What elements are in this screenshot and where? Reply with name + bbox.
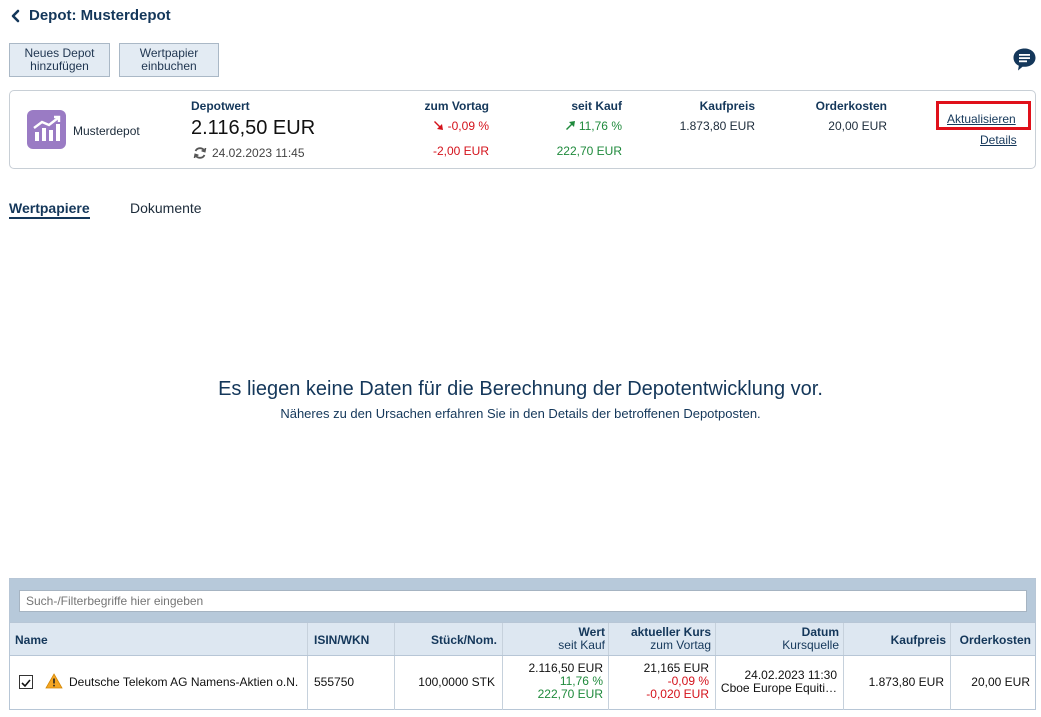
row-wert-pct: 11,76 % [559,674,603,688]
details-link[interactable]: Details [980,133,1017,147]
col-wert-sub: seit Kauf [558,638,605,652]
row-kurs-value: 21,165 EUR [643,661,709,675]
orderkosten-label: Orderkosten [815,99,887,113]
row-kursquelle: Cboe Europe Equiti… [720,681,837,695]
vortag-pct: -0,09 % [390,119,489,133]
arrow-down-icon [434,121,444,130]
refresh-icon [193,147,207,159]
book-security-label-1: Wertpapier [139,46,199,60]
holdings-table: Name ISIN/WKN Stück/Nom. Wert seit Kauf … [9,578,1036,710]
chat-icon[interactable] [1012,47,1037,72]
add-depot-label-1: Neues Depot [24,46,95,60]
checkmark-icon [21,679,31,688]
refresh-timestamp: 24.02.2023 11:45 [193,146,305,160]
depot-summary-card: Musterdepot Depotwert 2.116,50 EUR 24.02… [9,90,1036,169]
col-kaufpreis[interactable]: Kaufpreis [847,634,946,647]
row-orderkosten: 20,00 EUR [971,675,1030,689]
seitkauf-pct-text: 11,76 % [578,119,622,133]
col-orderkosten[interactable]: Orderkosten [954,634,1031,647]
arrow-up-icon [565,121,575,130]
col-wert[interactable]: Wert seit Kauf [506,626,605,652]
col-datum-sub: Kursquelle [782,638,839,652]
depotwert-value: 2.116,50 EUR [191,117,316,139]
col-kurs[interactable]: aktueller Kurs zum Vortag [612,626,711,652]
col-name[interactable]: Name [15,634,48,647]
vortag-label: zum Vortag [424,99,489,113]
row-kurs-abs: -0,020 EUR [646,687,709,701]
kaufpreis-label: Kaufpreis [699,99,755,113]
col-kurs-sub: zum Vortag [650,638,711,652]
seitkauf-pct: 11,76 % [524,119,622,133]
row-isin: 555750 [314,675,355,689]
chevron-left-icon [11,9,20,22]
seitkauf-label: seit Kauf [571,99,622,113]
col-isin[interactable]: ISIN/WKN [314,634,369,647]
tab-wertpapiere[interactable]: Wertpapiere [9,200,90,219]
row-stueck: 100,0000 STK [418,675,495,689]
vortag-pct-text: -0,09 % [447,119,489,133]
depotwert-label: Depotwert [191,99,250,113]
row-kurs-pct: -0,09 % [667,674,709,688]
page-title: Depot: Musterdepot [29,7,171,24]
row-wert-value: 2.116,50 EUR [528,661,604,675]
table-row[interactable]: Deutsche Telekom AG Namens-Aktien o.N. 5… [10,655,1035,710]
warning-icon[interactable] [45,673,63,689]
add-depot-button[interactable]: Neues Depot hinzufügen [9,43,110,77]
row-datum: 24.02.2023 11:30 Cboe Europe Equiti… [719,669,837,695]
add-depot-label-2: hinzufügen [30,59,89,73]
col-datum-label: Datum [801,625,839,639]
row-kurs: 21,165 EUR -0,09 % -0,020 EUR [612,662,709,701]
table-header: Name ISIN/WKN Stück/Nom. Wert seit Kauf … [10,622,1035,656]
update-link[interactable]: Aktualisieren [947,112,1016,126]
row-checkbox[interactable] [19,675,33,689]
row-name[interactable]: Deutsche Telekom AG Namens-Aktien o.N. [69,676,298,689]
book-security-button[interactable]: Wertpapier einbuchen [119,43,219,77]
col-stueck[interactable]: Stück/Nom. [398,634,497,647]
row-wert-abs: 222,70 EUR [537,687,603,701]
col-kurs-label: aktueller Kurs [630,625,711,639]
book-security-label-2: einbuchen [141,59,197,73]
col-datum[interactable]: Datum Kursquelle [719,626,839,652]
row-kaufpreis: 1.873,80 EUR [868,675,944,689]
depot-logo [27,110,66,149]
orderkosten-value: 20,00 EUR [828,119,887,133]
filter-input[interactable] [19,590,1027,612]
vortag-abs: -2,00 EUR [432,144,489,158]
empty-state-headline: Es liegen keine Daten für die Berechnung… [218,378,823,400]
row-datum-value: 24.02.2023 11:30 [744,668,837,682]
seitkauf-abs: 222,70 EUR [556,144,622,158]
kaufpreis-value: 1.873,80 EUR [679,119,755,133]
back-link[interactable]: Depot: Musterdepot [9,7,171,24]
chart-growth-icon [33,115,61,141]
timestamp-text: 24.02.2023 11:45 [212,146,305,160]
row-wert: 2.116,50 EUR 11,76 % 222,70 EUR [506,661,604,701]
empty-state-subline: Näheres zu den Ursachen erfahren Sie in … [280,406,761,421]
depot-name: Musterdepot [73,124,140,138]
col-wert-label: Wert [578,625,605,639]
tab-dokumente[interactable]: Dokumente [130,200,202,216]
